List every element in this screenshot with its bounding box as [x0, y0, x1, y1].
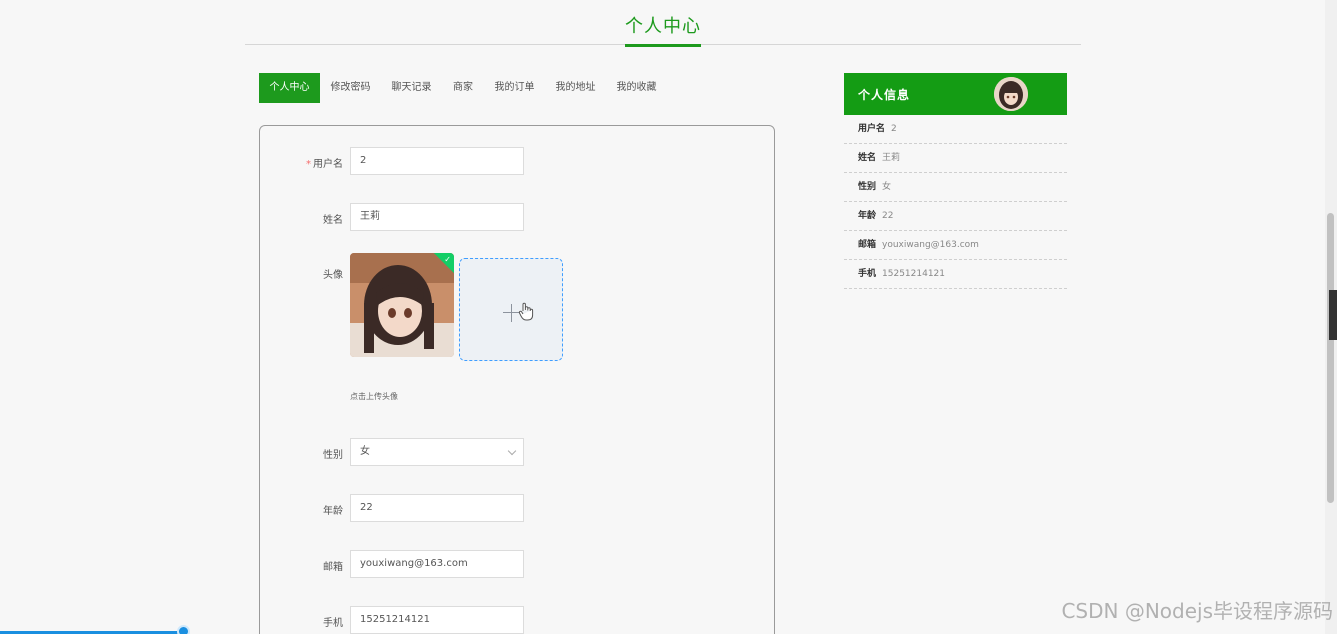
video-progress-handle[interactable]: [177, 625, 190, 634]
email-field[interactable]: youxiwang@163.com: [350, 550, 524, 578]
info-value: 女: [882, 182, 892, 192]
avatar-label: 头像: [323, 270, 343, 281]
email-label: 邮箱: [323, 562, 343, 573]
tab-personal-center[interactable]: 个人中心: [259, 73, 320, 103]
profile-form: * 用户名 2 姓名 王莉 头像 ✓ 点击上传头像 性别 女 年龄 22 邮箱 …: [259, 125, 775, 634]
scrollbar-marker: [1329, 290, 1337, 340]
info-value: 王莉: [882, 153, 901, 163]
info-row-gender: 性别女: [844, 173, 1067, 202]
info-value: 2: [891, 124, 897, 134]
info-value: youxiwang@163.com: [882, 240, 979, 250]
info-key: 用户名: [858, 124, 886, 134]
tab-chat-records[interactable]: 聊天记录: [381, 73, 442, 103]
info-key: 性别: [858, 182, 877, 192]
info-key: 姓名: [858, 153, 877, 163]
phone-label: 手机: [323, 618, 343, 629]
gender-label: 性别: [323, 450, 343, 461]
tab-bar: 个人中心 修改密码 聊天记录 商家 我的订单 我的地址 我的收藏: [259, 73, 667, 103]
scrollbar-thumb[interactable]: [1327, 213, 1334, 503]
required-mark: *: [306, 159, 311, 170]
name-label: 姓名: [323, 215, 343, 226]
check-icon: ✓: [444, 255, 451, 264]
info-row-username: 用户名 2: [844, 115, 1067, 144]
phone-field[interactable]: 15251214121: [350, 606, 524, 634]
info-value: 22: [882, 211, 894, 221]
info-key: 年龄: [858, 211, 877, 221]
page-title: 个人中心: [625, 12, 701, 47]
gender-select[interactable]: 女: [350, 438, 524, 466]
watermark: CSDN @Nodejs毕设程序源码: [1061, 599, 1333, 623]
tab-merchant[interactable]: 商家: [442, 73, 484, 103]
page-header: 个人中心: [245, 0, 1081, 47]
info-row-email: 邮箱 youxiwang@163.com: [844, 231, 1067, 260]
info-row-name: 姓名 王莉: [844, 144, 1067, 173]
age-field[interactable]: 22: [350, 494, 524, 522]
info-header: 个人信息: [844, 73, 1067, 115]
info-value: 15251214121: [882, 269, 946, 279]
age-label: 年龄: [323, 506, 343, 517]
avatar: [994, 77, 1028, 111]
username-field[interactable]: 2: [350, 147, 524, 175]
info-key: 邮箱: [858, 240, 877, 250]
name-field[interactable]: 王莉: [350, 203, 524, 231]
chevron-down-icon: [507, 446, 517, 456]
upload-hint: 点击上传头像: [350, 392, 398, 401]
info-row-phone: 手机 15251214121: [844, 260, 1067, 289]
tab-my-orders[interactable]: 我的订单: [484, 73, 545, 103]
avatar-image[interactable]: ✓: [350, 253, 454, 357]
info-key: 手机: [858, 269, 877, 279]
gender-selected-value: 女: [360, 446, 370, 457]
personal-info-panel: 个人信息 用户名 2 姓名 王莉 性别女 年龄 22 邮箱 youxiwang@163.…: [844, 73, 1067, 289]
avatar-upload-button[interactable]: [459, 258, 563, 361]
tab-my-favorites[interactable]: 我的收藏: [606, 73, 667, 103]
page-scrollbar[interactable]: [1325, 0, 1337, 634]
info-row-age: 年龄 22: [844, 202, 1067, 231]
tab-change-password[interactable]: 修改密码: [320, 73, 381, 103]
tab-my-address[interactable]: 我的地址: [545, 73, 606, 103]
info-title: 个人信息: [858, 88, 911, 102]
hand-pointer-icon: [518, 302, 534, 321]
username-label: * 用户名: [306, 159, 343, 170]
